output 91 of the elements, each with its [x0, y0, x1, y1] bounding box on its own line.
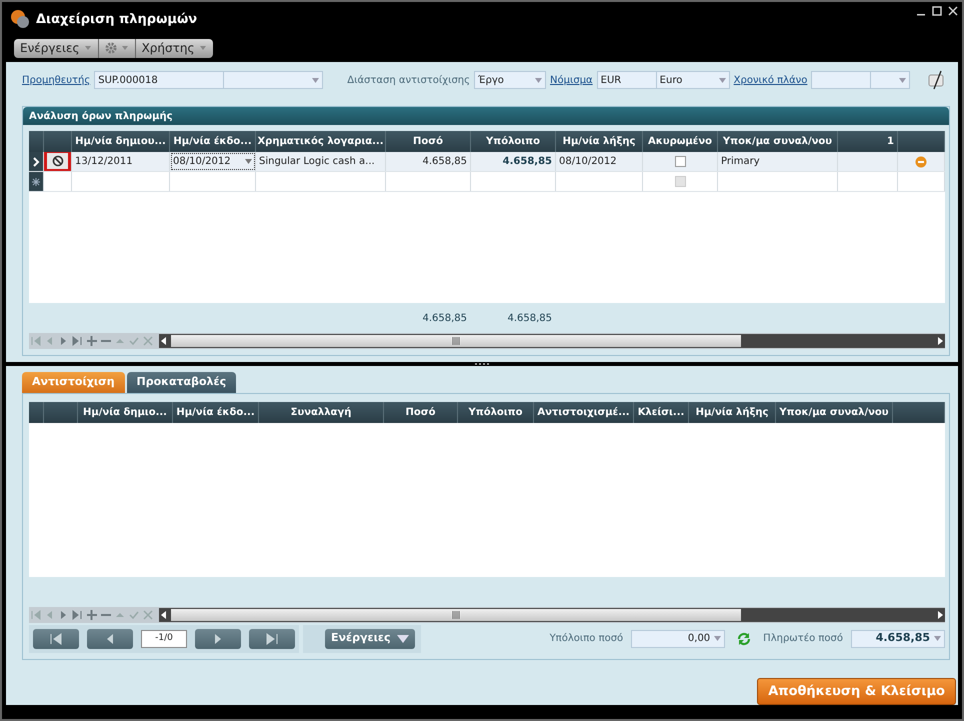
- table-cell-text: Singular Logic cash a...: [259, 155, 375, 169]
- scroll-right-icon[interactable]: [935, 336, 945, 346]
- edit-icon[interactable]: [926, 70, 946, 90]
- actions-button[interactable]: Ενέργειες: [325, 628, 415, 648]
- payable-field[interactable]: 4.658,85: [851, 630, 945, 648]
- cancel-icon[interactable]: [142, 608, 154, 620]
- table-cell-text: 08/10/2012: [173, 155, 231, 169]
- checkbox[interactable]: [674, 156, 686, 167]
- column-header: Ημ/νία λήξης: [689, 402, 776, 422]
- table-cell-text: 08/10/2012: [559, 155, 617, 169]
- currency-link[interactable]: Νόμισμα: [550, 72, 593, 88]
- grip-icon: [452, 337, 460, 345]
- tab[interactable]: Προκαταβολές: [126, 372, 236, 392]
- time-plan-field[interactable]: [811, 71, 872, 89]
- gear-icon: [104, 42, 117, 54]
- column-header: Ημ/νία έκδο...: [173, 402, 259, 422]
- table-cell-text: 13/12/2011: [75, 155, 133, 169]
- last-page-button[interactable]: [249, 628, 295, 648]
- grip-icon: [474, 362, 490, 366]
- splitter-handle[interactable]: [6, 362, 958, 366]
- app-logo-icon: [10, 9, 30, 30]
- refresh-icon[interactable]: [737, 632, 752, 646]
- confirm-icon[interactable]: [128, 335, 140, 347]
- caret-icon: [245, 159, 252, 164]
- cancel-icon[interactable]: [142, 335, 154, 347]
- caret-icon: [718, 78, 726, 82]
- balance-label: Υπόλοιπο ποσό: [550, 632, 624, 646]
- last-page-icon: [265, 632, 279, 646]
- caret-icon: [535, 78, 542, 82]
- column-header: Αντιστοιχισμέ...: [534, 402, 634, 422]
- dimension-dropdown[interactable]: Έργο: [474, 71, 546, 89]
- time-plan-dropdown[interactable]: [870, 71, 910, 89]
- add-record-icon[interactable]: [86, 335, 98, 347]
- time-plan-link[interactable]: Χρονικό πλάνο: [734, 72, 808, 88]
- confirm-icon[interactable]: [128, 608, 140, 620]
- caret-icon: [120, 45, 129, 52]
- caret-icon: [714, 636, 722, 641]
- column-header: Ποσό: [384, 402, 458, 422]
- horizontal-scrollbar[interactable]: [159, 334, 945, 348]
- settings-menu-button[interactable]: [98, 38, 136, 58]
- dimension-label: Διάσταση αντιστοίχισης: [347, 74, 470, 88]
- supplier-link[interactable]: Προμηθευτής: [22, 72, 90, 88]
- caret-icon: [84, 45, 92, 52]
- page-position-field[interactable]: -1/0: [141, 630, 187, 648]
- column-header: Υπόλοιπο: [458, 402, 534, 422]
- previous-page-button[interactable]: [87, 628, 133, 648]
- total-amount: 4.658,85: [422, 312, 467, 324]
- prohibited-icon: [52, 154, 64, 166]
- window-title: Διαχείριση πληρωμών: [36, 10, 198, 29]
- first-page-icon: [49, 632, 63, 646]
- current-row[interactable]: 13/12/2011 08/10/2012 Singular Logic cash a... 4.658,85 4.658,85 08/10/2012 Primary: [29, 152, 945, 172]
- caret-icon: [198, 45, 206, 52]
- total-amount: 4.658,85: [507, 312, 552, 324]
- maximize-icon[interactable]: [932, 6, 942, 16]
- menu-button[interactable]: Ενέργειες: [14, 38, 99, 58]
- balance-field[interactable]: 0,00: [631, 630, 726, 648]
- last-record-icon[interactable]: [72, 608, 84, 620]
- scroll-left-icon[interactable]: [159, 336, 169, 346]
- supplier-name-field[interactable]: [223, 71, 324, 89]
- table-cell-text: 4.658,85: [502, 155, 552, 169]
- payable-label: Πληρωτέο ποσό: [763, 632, 843, 646]
- menu-button[interactable]: Χρήστης: [136, 38, 212, 58]
- caret-icon: [934, 636, 941, 641]
- caret-icon: [899, 78, 906, 82]
- panel-header: Ανάλυση όρων πληρωμής: [23, 107, 949, 125]
- caret-icon: [396, 634, 409, 642]
- last-record-icon[interactable]: [72, 335, 84, 347]
- new-row-icon: [32, 178, 40, 186]
- supplier-code-field[interactable]: SUP.000018: [94, 71, 224, 89]
- first-record-icon[interactable]: [30, 608, 42, 620]
- scroll-left-icon[interactable]: [159, 610, 169, 620]
- grip-icon: [452, 610, 460, 618]
- column-header: Υποκ/μα συναλ/νου: [776, 402, 893, 422]
- next-page-button[interactable]: [195, 628, 241, 648]
- add-record-icon[interactable]: [86, 608, 98, 620]
- table-cell-text: 4.658,85: [422, 155, 467, 169]
- first-page-button[interactable]: [33, 628, 79, 648]
- currency-dropdown[interactable]: Euro: [656, 71, 730, 89]
- scroll-right-icon[interactable]: [935, 610, 945, 620]
- column-header: Κλείσι...: [634, 402, 689, 422]
- caret-icon: [312, 78, 320, 82]
- column-header: Ημ/νία δημιο...: [78, 402, 173, 422]
- table-cell-text: Primary: [721, 155, 760, 169]
- remove-row-icon[interactable]: [915, 156, 927, 168]
- horizontal-scrollbar[interactable]: [159, 608, 945, 622]
- currency-code-field[interactable]: EUR: [596, 71, 657, 89]
- close-icon[interactable]: [948, 6, 958, 16]
- column-header: Συναλλαγή: [259, 402, 384, 422]
- first-record-icon[interactable]: [30, 335, 42, 347]
- cancel-row-button[interactable]: [44, 152, 71, 171]
- current-row-icon: [32, 156, 40, 166]
